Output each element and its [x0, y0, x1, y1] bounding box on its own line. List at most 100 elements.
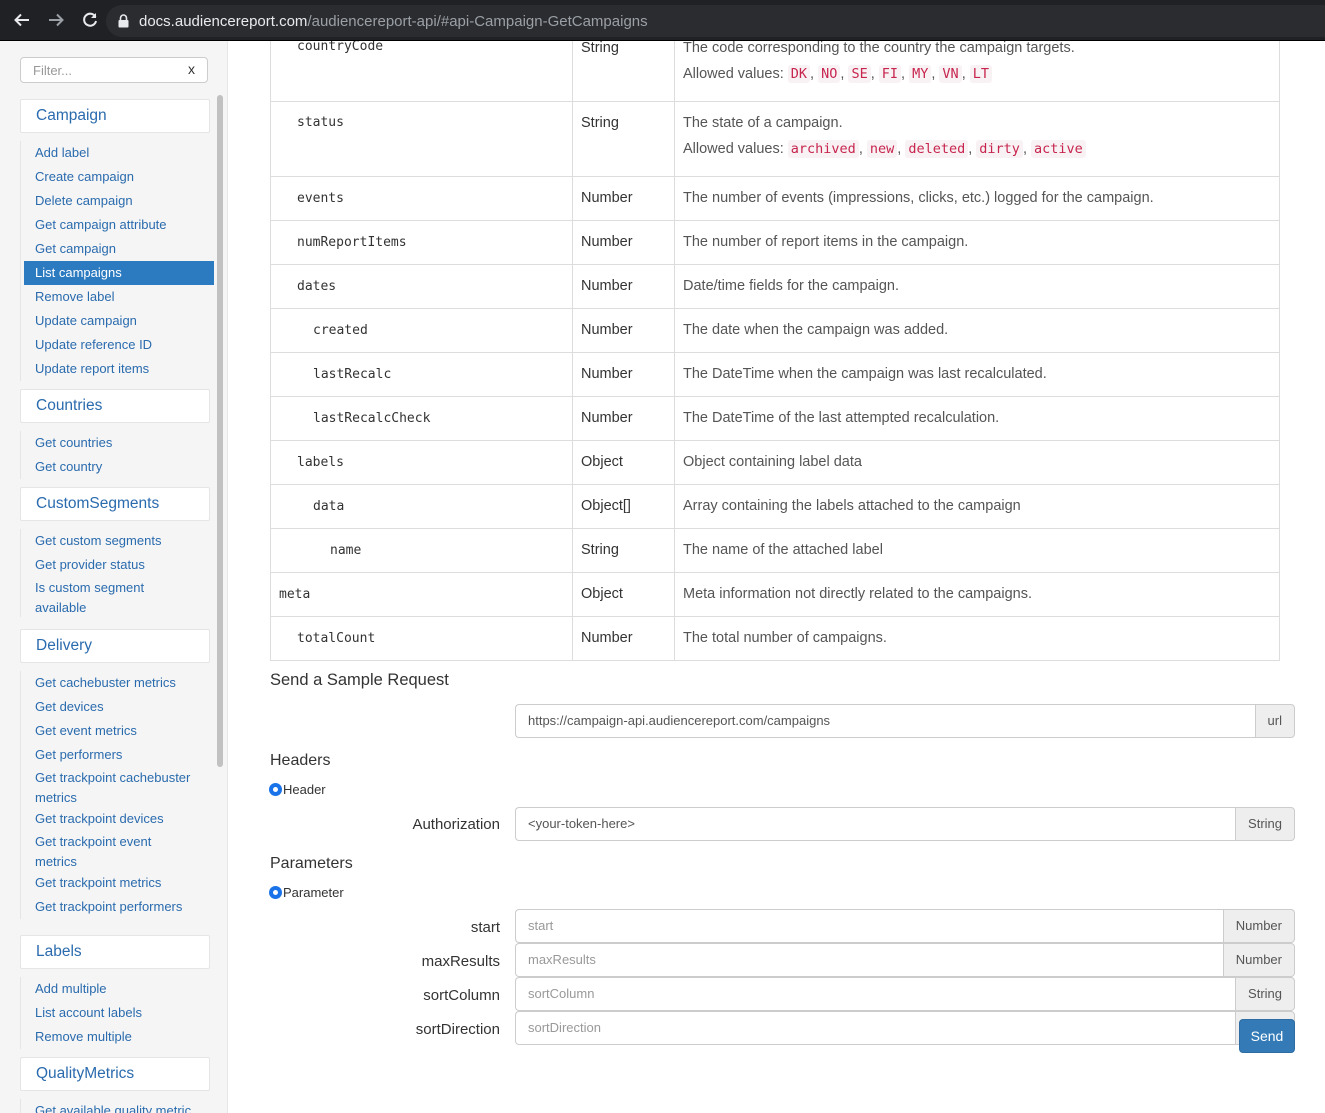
back-button[interactable]: [6, 4, 38, 36]
field-name: status: [297, 115, 344, 130]
sidebar-item-list-campaigns[interactable]: List campaigns: [24, 261, 214, 285]
field-desc: The state of a campaign.: [683, 115, 843, 131]
field-desc: The date when the campaign was added.: [683, 322, 949, 338]
sidebar-item-get-trackpoint-event-metrics[interactable]: Get trackpoint event metrics: [21, 831, 181, 871]
filter-clear-button[interactable]: x: [188, 61, 195, 77]
field-type: Number: [581, 366, 633, 382]
param-type-maxresults: Number: [1222, 943, 1295, 977]
field-desc: The DateTime of the last attempted recal…: [683, 410, 1000, 426]
reload-button[interactable]: [74, 4, 106, 36]
group-header-customsegments[interactable]: CustomSegments: [20, 487, 210, 521]
sidebar-item-get-trackpoint-performers[interactable]: Get trackpoint performers: [21, 895, 214, 919]
field-name: created: [313, 323, 368, 338]
group-header-campaign[interactable]: Campaign: [20, 99, 210, 133]
parameter-radio[interactable]: Parameter: [269, 885, 344, 900]
sidebar-item-get-trackpoint-metrics[interactable]: Get trackpoint metrics: [21, 871, 214, 895]
group-header-delivery[interactable]: Delivery: [20, 629, 210, 663]
sidebar-item-get-available-quality-metric[interactable]: Get available quality metric: [21, 1099, 214, 1113]
allowed-value: LT: [969, 65, 993, 83]
param-input-group-start: start Number: [515, 909, 1295, 943]
table-row: lastRecalcCheck Number The DateTime of t…: [270, 396, 1280, 441]
group-header-countries[interactable]: Countries: [20, 389, 210, 423]
param-input-sortcolumn[interactable]: sortColumn: [515, 977, 1236, 1011]
field-desc: Meta information not directly related to…: [683, 586, 1032, 602]
param-type-sortcolumn: String: [1235, 977, 1295, 1011]
sidebar-item-create-campaign[interactable]: Create campaign: [21, 165, 214, 189]
allowed-values-label: Allowed values:: [683, 141, 784, 157]
sidebar-item-get-custom-segments[interactable]: Get custom segments: [21, 529, 214, 553]
field-desc: The code corresponding to the country th…: [683, 41, 1075, 56]
url-input-group: https://campaign-api.audiencereport.com/…: [515, 704, 1295, 738]
field-type: Number: [581, 190, 633, 206]
lock-icon: [118, 14, 129, 28]
field-name: numReportItems: [297, 235, 407, 250]
sidebar-item-update-report-items[interactable]: Update report items: [21, 357, 214, 381]
field-desc: Array containing the labels attached to …: [683, 498, 1021, 514]
allowed-value: FI: [878, 65, 902, 83]
sidebar-item-is-custom-segment-available[interactable]: Is custom segment available: [21, 577, 171, 617]
field-type: Object[]: [581, 498, 631, 514]
authorization-input-group: <your-token-here> String: [515, 807, 1295, 841]
sidebar-item-remove-label[interactable]: Remove label: [21, 285, 214, 309]
sidebar-item-add-label[interactable]: Add label: [21, 141, 214, 165]
table-row: events Number The number of events (impr…: [270, 176, 1280, 221]
sidebar-item-get-country[interactable]: Get country: [21, 455, 214, 479]
group-header-qualitymetrics[interactable]: QualityMetrics: [20, 1057, 210, 1091]
table-row: name String The name of the attached lab…: [270, 528, 1280, 573]
parameter-radio-label: Parameter: [283, 885, 344, 900]
param-label-maxresults: maxResults: [421, 953, 500, 970]
forward-button[interactable]: [40, 4, 72, 36]
param-input-sortdirection[interactable]: sortDirection: [515, 1011, 1236, 1045]
allowed-value: archived: [787, 140, 859, 158]
param-input-maxresults[interactable]: maxResults: [515, 943, 1223, 977]
sidebar-item-get-campaign-attribute[interactable]: Get campaign attribute: [21, 213, 214, 237]
authorization-label: Authorization: [412, 816, 500, 833]
sidebar-item-get-campaign[interactable]: Get campaign: [21, 237, 214, 261]
main-content: countryCode String The code correspondin…: [228, 41, 1325, 1113]
sidebar-item-update-campaign[interactable]: Update campaign: [21, 309, 214, 333]
headers-title: Headers: [270, 752, 331, 769]
sidebar-item-remove-multiple[interactable]: Remove multiple: [21, 1025, 214, 1049]
param-label-start: start: [470, 919, 500, 936]
group-header-labels[interactable]: Labels: [20, 935, 210, 969]
param-input-start[interactable]: start: [515, 909, 1223, 943]
field-desc: The number of report items in the campai…: [683, 234, 969, 250]
sidebar-scrollbar-thumb[interactable]: [217, 95, 223, 767]
allowed-value: dirty: [976, 140, 1023, 158]
allowed-values: Allowed values: DK, NO, SE, FI, MY, VN, …: [683, 60, 1279, 88]
url-input[interactable]: https://campaign-api.audiencereport.com/…: [515, 704, 1255, 738]
field-name: events: [297, 191, 344, 206]
group-list-qualitymetrics: Get available quality metric: [20, 1099, 214, 1113]
sidebar-item-get-countries[interactable]: Get countries: [21, 431, 214, 455]
back-arrow-icon: [14, 13, 29, 27]
reload-icon: [83, 12, 97, 27]
sidebar-item-get-provider-status[interactable]: Get provider status: [21, 553, 214, 577]
header-radio[interactable]: Header: [269, 782, 326, 797]
sidebar-item-get-cachebuster-metrics[interactable]: Get cachebuster metrics: [21, 671, 214, 695]
sidebar-item-update-reference-id[interactable]: Update reference ID: [21, 333, 214, 357]
field-type: String: [581, 115, 619, 131]
field-name: lastRecalc: [313, 367, 392, 382]
sidebar-item-delete-campaign[interactable]: Delete campaign: [21, 189, 214, 213]
filter-input[interactable]: [21, 58, 181, 82]
sidebar-item-get-performers[interactable]: Get performers: [21, 743, 214, 767]
sidebar-item-list-account-labels[interactable]: List account labels: [21, 1001, 214, 1025]
table-row: dates Number Date/time fields for the ca…: [270, 264, 1280, 309]
parameters-title: Parameters: [270, 855, 353, 872]
sidebar-item-get-devices[interactable]: Get devices: [21, 695, 214, 719]
table-row: status String The state of a campaign. A…: [270, 101, 1280, 177]
field-type: Object: [581, 586, 623, 602]
table-row: labels Object Object containing label da…: [270, 440, 1280, 485]
allowed-value: NO: [818, 65, 841, 83]
send-button[interactable]: Send: [1239, 1019, 1295, 1053]
authorization-input[interactable]: <your-token-here>: [515, 807, 1236, 841]
sidebar: x Campaign Add label Create campaign Del…: [0, 41, 228, 1113]
address-bar[interactable]: docs.audiencereport.com/audiencereport-a…: [106, 5, 1325, 37]
sidebar-item-get-trackpoint-cachebuster-metrics[interactable]: Get trackpoint cachebuster metrics: [21, 767, 211, 807]
allowed-value: new: [866, 140, 898, 158]
sidebar-item-get-trackpoint-devices[interactable]: Get trackpoint devices: [21, 807, 214, 831]
table-row: totalCount Number The total number of ca…: [270, 616, 1280, 661]
sidebar-item-get-event-metrics[interactable]: Get event metrics: [21, 719, 214, 743]
field-type: String: [581, 542, 619, 558]
sidebar-item-add-multiple[interactable]: Add multiple: [21, 977, 214, 1001]
